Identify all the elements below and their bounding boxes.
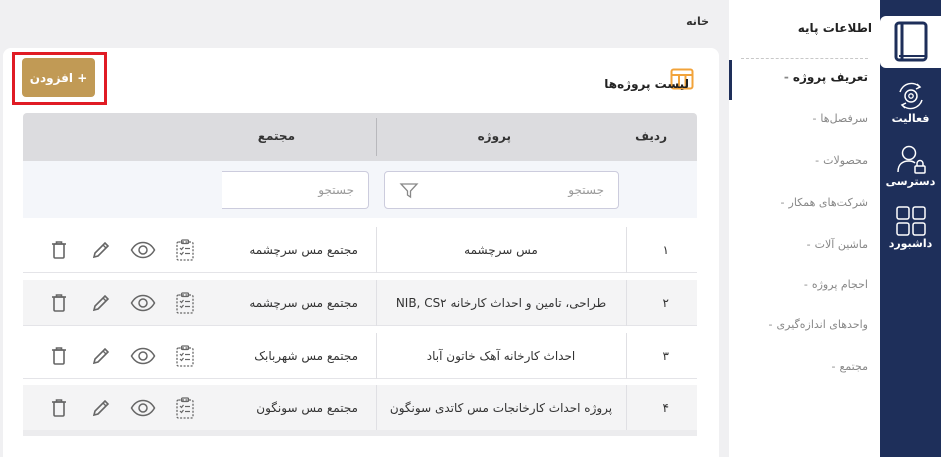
view-icon[interactable] [129,394,157,422]
trash-icon[interactable] [45,236,73,264]
complex-search-input[interactable]: جستجو [222,171,369,209]
submenu-item-label: ماشین آلات [814,238,868,251]
submenu-bullet: - [812,112,817,125]
submenu-bullet: - [780,196,785,209]
submenu-panel: اطلاعات پایه تعریف پروژه - سرفصل‌ها - محصولا… [729,0,880,457]
view-icon[interactable] [129,289,157,317]
submenu-item-label: شرکت‌های همکار [788,196,868,209]
rail-label-access: دسترسی [885,175,936,188]
edit-icon[interactable] [87,236,115,264]
submenu-divider [741,58,868,59]
submenu-item[interactable]: تعریف پروژه - [784,70,868,84]
checklist-icon[interactable] [171,394,199,422]
view-icon[interactable] [129,342,157,370]
checklist-icon[interactable] [171,289,199,317]
cell-divider [626,227,627,273]
cell-index: ۴ [662,401,669,415]
submenu-title[interactable]: اطلاعات پایه [798,21,872,35]
cell-divider [376,385,377,431]
breadcrumb-home[interactable]: خانه [686,15,709,28]
cell-divider [376,227,377,273]
checklist-icon[interactable] [171,236,199,264]
trash-icon[interactable] [45,342,73,370]
filter-icon[interactable] [399,182,419,200]
active-indicator [729,60,732,100]
submenu-item[interactable]: احجام پروژه - [804,278,868,291]
row-actions [45,394,199,422]
rail-label-dashboard: داشبورد [888,237,933,250]
rail-item-basic-info[interactable] [880,16,941,68]
filter-row: جستجو جستجو [23,161,697,218]
row-actions [45,236,199,264]
book-icon [894,21,927,62]
rail-item-dashboard[interactable]: داشبورد [880,205,941,257]
trash-icon[interactable] [45,289,73,317]
horizontal-scrollbar[interactable] [23,430,697,436]
header-index[interactable]: ردیف [635,129,667,143]
submenu-item-label: سرفصل‌ها [820,112,868,125]
submenu-item[interactable]: ماشین آلات - [807,238,868,251]
gear-cycle-icon [898,82,923,110]
cell-project: احداث کارخانه آهک خاتون آباد [426,349,576,363]
cell-project: پروژه احداث کارخانجات مس کاتدی سونگون [389,401,613,415]
user-lock-icon [896,145,926,174]
submenu-item-label: مجتمع [839,360,868,373]
edit-icon[interactable] [87,289,115,317]
edit-icon[interactable] [87,394,115,422]
table-row[interactable]: ۴ پروژه احداث کارخانجات مس کاتدی سونگون مج… [23,385,697,431]
grid-icon [895,206,926,236]
trash-icon[interactable] [45,394,73,422]
cell-complex: مجتمع مس سرچشمه [249,243,358,257]
cell-index: ۳ [662,349,669,363]
submenu-bullet: - [783,70,789,84]
add-button[interactable]: + افزودن [22,58,95,97]
complex-search-placeholder: جستجو [318,183,354,197]
table-row[interactable]: ۱ مس سرچشمه مجتمع مس سرچشمه [23,227,697,273]
rail-item-access[interactable]: دسترسی [880,143,941,195]
cell-complex: مجتمع مس سرچشمه [249,296,358,310]
row-actions [45,289,199,317]
submenu-item-label: احجام پروژه [811,278,868,291]
table-row[interactable]: ۳ احداث کارخانه آهک خاتون آباد مجتمع مس شه… [23,333,697,379]
cell-project: طراحی، تامین و احداث کارخانه NIB, CS۲ [395,296,607,310]
list-title: لیست پروژه‌ها [604,77,689,91]
table-header: ردیف پروژه مجتمع [23,113,697,161]
cell-divider [626,385,627,431]
submenu-bullet: - [831,360,836,373]
submenu-item[interactable]: مجتمع - [831,360,868,373]
header-project[interactable]: پروژه [478,129,511,143]
cell-complex: مجتمع مس شهربابک [254,349,358,363]
cell-divider [626,280,627,326]
cell-index: ۲ [662,296,669,310]
nav-rail: فعالیت دسترسی داشبورد [880,0,941,457]
checklist-icon[interactable] [171,342,199,370]
cell-index: ۱ [662,243,669,257]
cell-divider [626,333,627,379]
project-search-input[interactable]: جستجو [384,171,619,209]
rail-item-activity[interactable]: فعالیت [880,80,941,132]
submenu-item[interactable]: شرکت‌های همکار - [781,196,868,209]
submenu-item[interactable]: سرفصل‌ها - [812,112,868,125]
submenu-item-label: تعریف پروژه [792,70,868,84]
submenu-bullet: - [768,318,773,331]
view-icon[interactable] [129,236,157,264]
submenu-item-label: واحدهای اندازه‌گیری [776,318,868,331]
cell-divider [376,280,377,326]
submenu-bullet: - [803,278,808,291]
project-search-placeholder: جستجو [568,183,604,197]
submenu-item-label: محصولات [823,154,868,167]
table-row[interactable]: ۲ طراحی، تامین و احداث کارخانه NIB, CS۲ مج… [23,280,697,326]
header-complex[interactable]: مجتمع [258,129,295,143]
header-separator [376,118,377,156]
cell-project: مس سرچشمه [464,243,538,257]
cell-divider [376,333,377,379]
submenu-item[interactable]: محصولات - [815,154,868,167]
cell-complex: مجتمع مس سونگون [256,401,358,415]
submenu-bullet: - [815,154,820,167]
submenu-item[interactable]: واحدهای اندازه‌گیری - [769,318,868,331]
row-actions [45,342,199,370]
edit-icon[interactable] [87,342,115,370]
submenu-bullet: - [806,238,811,251]
rail-label-activity: فعالیت [891,112,930,125]
